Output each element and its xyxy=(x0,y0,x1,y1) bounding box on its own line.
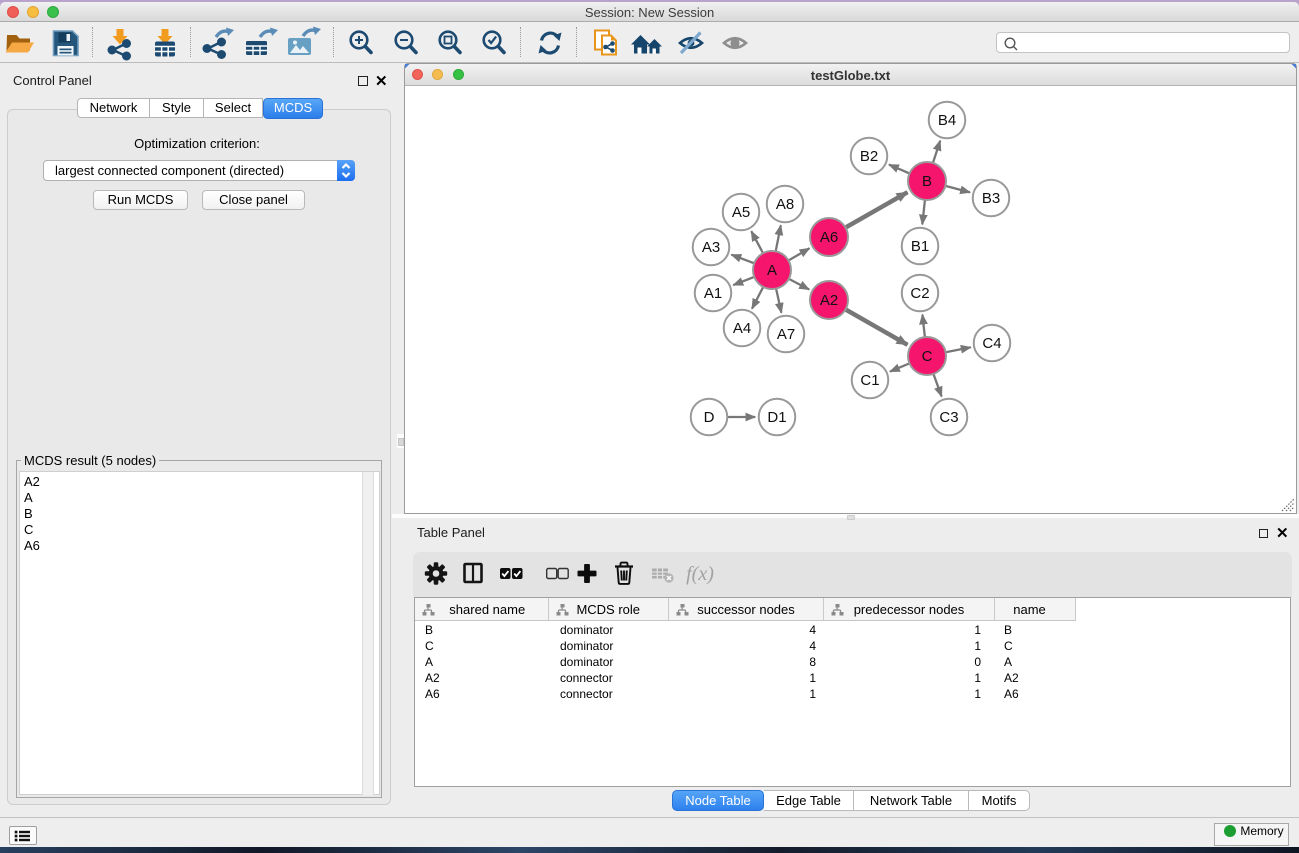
svg-text:B3: B3 xyxy=(982,190,1000,207)
svg-text:A7: A7 xyxy=(777,326,795,343)
svg-text:A8: A8 xyxy=(776,196,794,213)
svg-text:C: C xyxy=(922,348,933,365)
svg-text:B: B xyxy=(922,173,932,190)
svg-text:B2: B2 xyxy=(860,148,878,165)
svg-text:B1: B1 xyxy=(911,238,929,255)
svg-text:A1: A1 xyxy=(704,285,722,302)
svg-text:C1: C1 xyxy=(860,372,879,389)
svg-text:D: D xyxy=(704,409,715,426)
svg-text:A3: A3 xyxy=(702,239,720,256)
svg-text:B4: B4 xyxy=(938,112,956,129)
svg-text:C2: C2 xyxy=(910,285,929,302)
svg-text:A4: A4 xyxy=(733,320,751,337)
svg-text:C3: C3 xyxy=(939,409,958,426)
svg-text:f(x): f(x) xyxy=(686,563,714,585)
svg-text:A2: A2 xyxy=(820,292,838,309)
svg-text:A: A xyxy=(767,262,777,279)
svg-text:A5: A5 xyxy=(732,204,750,221)
svg-text:D1: D1 xyxy=(767,409,786,426)
svg-text:C4: C4 xyxy=(982,335,1001,352)
svg-text:A6: A6 xyxy=(820,229,838,246)
